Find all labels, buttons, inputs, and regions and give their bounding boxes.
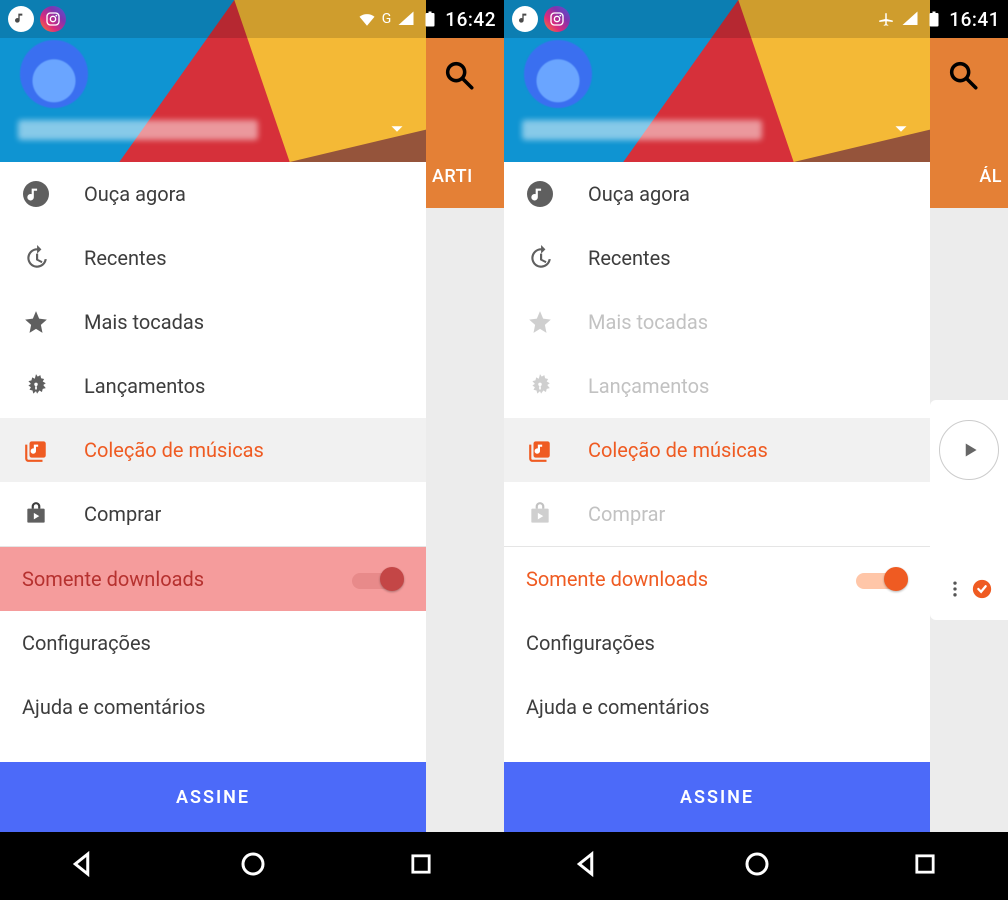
signal-icon xyxy=(397,10,415,28)
sidebar-item-label: Coleção de músicas xyxy=(588,438,768,462)
sidebar-item-releases[interactable]: Lançamentos xyxy=(0,354,426,418)
android-navbar xyxy=(504,832,1008,900)
status-bar: G 16:42 xyxy=(0,0,504,38)
library-icon xyxy=(22,437,50,463)
network-label: G xyxy=(382,11,392,27)
sidebar-item-help[interactable]: Ajuda e comentários xyxy=(0,675,426,739)
history-icon xyxy=(22,245,50,271)
android-navbar xyxy=(0,832,504,900)
sidebar-item-settings[interactable]: Configurações xyxy=(504,611,930,675)
search-icon[interactable] xyxy=(442,58,476,96)
back-button[interactable] xyxy=(573,849,603,883)
downloads-only-toggle[interactable] xyxy=(352,565,404,593)
sidebar-item-library[interactable]: Coleção de músicas xyxy=(504,418,930,482)
play-button[interactable] xyxy=(939,420,999,480)
home-button[interactable] xyxy=(238,849,268,883)
account-dropdown-icon[interactable] xyxy=(386,118,408,144)
status-bar: 16:41 xyxy=(504,0,1008,38)
star-icon xyxy=(526,309,554,335)
account-email-blurred xyxy=(18,120,258,140)
sidebar-item-label: Ajuda e comentários xyxy=(22,695,205,719)
sidebar-item-label: Coleção de músicas xyxy=(84,438,264,462)
note-icon xyxy=(22,181,50,207)
downloads-only-toggle[interactable] xyxy=(856,565,908,593)
signal-icon xyxy=(901,10,919,28)
sidebar-item-shop[interactable]: Comprar xyxy=(0,482,426,546)
nav-drawer: Ouça agora Recentes Mais tocadas Lançame… xyxy=(504,0,930,832)
sidebar-item-top[interactable]: Mais tocadas xyxy=(0,290,426,354)
sidebar-item-releases: Lançamentos xyxy=(504,354,930,418)
subscribe-button[interactable]: ASSINE xyxy=(0,762,426,832)
downloads-only-row[interactable]: Somente downloads xyxy=(0,547,426,611)
sidebar-item-label: Mais tocadas xyxy=(588,310,708,334)
back-button[interactable] xyxy=(69,849,99,883)
background-tab[interactable]: ARTI xyxy=(428,166,502,187)
bag-icon xyxy=(526,501,554,527)
battery-icon xyxy=(925,10,943,28)
star-icon xyxy=(22,309,50,335)
search-icon[interactable] xyxy=(946,58,980,96)
recents-button[interactable] xyxy=(911,850,939,882)
wifi-icon xyxy=(358,10,376,28)
downloads-only-row[interactable]: Somente downloads xyxy=(504,547,930,611)
sidebar-item-recents[interactable]: Recentes xyxy=(0,226,426,290)
status-clock: 16:41 xyxy=(949,8,1000,31)
airplane-icon xyxy=(877,10,895,28)
sidebar-item-label: Lançamentos xyxy=(84,374,205,398)
sidebar-item-library[interactable]: Coleção de músicas xyxy=(0,418,426,482)
nav-drawer: Ouça agora Recentes Mais tocadas Lançame… xyxy=(0,0,426,832)
screenshot-left: G 16:42 ARTI xyxy=(0,0,504,900)
sidebar-item-label: Ajuda e comentários xyxy=(526,695,709,719)
burst-icon xyxy=(22,373,50,399)
instagram-badge-icon xyxy=(40,6,66,32)
overflow-icon[interactable] xyxy=(945,579,965,599)
burst-icon xyxy=(526,373,554,399)
background-tab[interactable]: ÁL xyxy=(932,166,1006,187)
screenshot-right: 16:41 ÁL xyxy=(504,0,1008,900)
avatar xyxy=(524,40,592,108)
background-content: ARTI xyxy=(426,38,504,832)
sidebar-item-top: Mais tocadas xyxy=(504,290,930,354)
sidebar-item-help[interactable]: Ajuda e comentários xyxy=(504,675,930,739)
battery-icon xyxy=(421,10,439,28)
sidebar-item-listen-now[interactable]: Ouça agora xyxy=(0,162,426,226)
play-music-badge-icon xyxy=(512,6,538,32)
avatar xyxy=(20,40,88,108)
sidebar-item-label: Ouça agora xyxy=(84,182,186,206)
sidebar-item-label: Mais tocadas xyxy=(84,310,204,334)
album-card-peek xyxy=(930,400,1008,620)
subscribe-button[interactable]: ASSINE xyxy=(504,762,930,832)
downloads-only-label: Somente downloads xyxy=(526,567,708,591)
sidebar-item-label: Ouça agora xyxy=(588,182,690,206)
instagram-badge-icon xyxy=(544,6,570,32)
sidebar-item-label: Recentes xyxy=(84,246,167,270)
history-icon xyxy=(526,245,554,271)
home-button[interactable] xyxy=(742,849,772,883)
sidebar-item-label: Comprar xyxy=(588,502,665,526)
sidebar-item-shop: Comprar xyxy=(504,482,930,546)
sidebar-item-label: Configurações xyxy=(526,631,655,655)
status-clock: 16:42 xyxy=(445,8,496,31)
bag-icon xyxy=(22,501,50,527)
sidebar-item-recents[interactable]: Recentes xyxy=(504,226,930,290)
account-dropdown-icon[interactable] xyxy=(890,118,912,144)
sidebar-item-label: Recentes xyxy=(588,246,671,270)
sidebar-item-label: Comprar xyxy=(84,502,161,526)
sidebar-item-label: Configurações xyxy=(22,631,151,655)
note-icon xyxy=(526,181,554,207)
downloaded-badge-icon xyxy=(971,578,993,600)
sidebar-item-listen-now[interactable]: Ouça agora xyxy=(504,162,930,226)
account-email-blurred xyxy=(522,120,762,140)
sidebar-item-settings[interactable]: Configurações xyxy=(0,611,426,675)
downloads-only-label: Somente downloads xyxy=(22,567,204,591)
play-music-badge-icon xyxy=(8,6,34,32)
library-icon xyxy=(526,437,554,463)
recents-button[interactable] xyxy=(407,850,435,882)
sidebar-item-label: Lançamentos xyxy=(588,374,709,398)
